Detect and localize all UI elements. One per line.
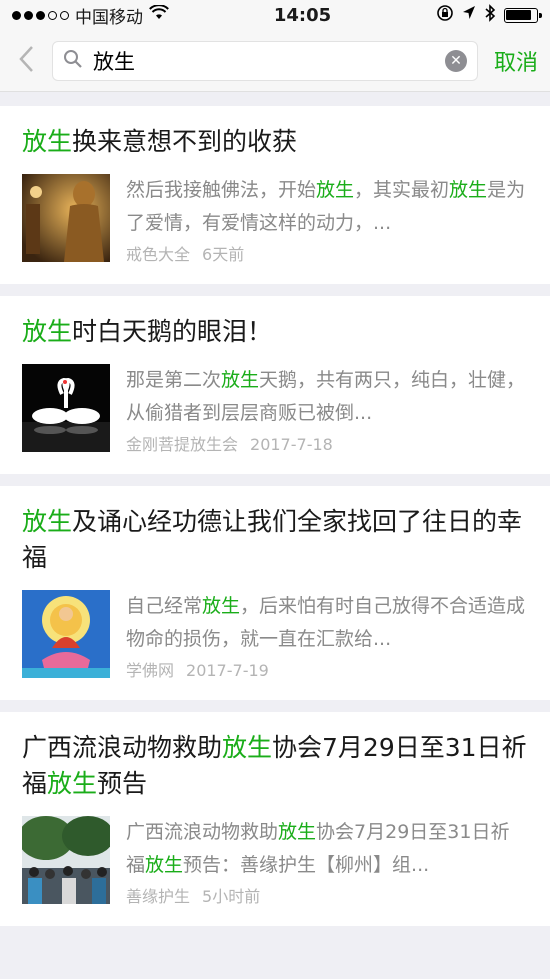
keyword-highlight: 放生 bbox=[449, 179, 488, 201]
thumbnail-crowd-trees bbox=[22, 816, 110, 904]
result-card[interactable]: 放生及诵心经功德让我们全家找回了往日的幸福 自己经常放生，后来怕有时自己放得不合… bbox=[0, 486, 550, 700]
result-body: 那是第二次放生天鹅，共有两只，纯白，壮健，从偷猎者到层层商贩已被倒... 金刚菩… bbox=[22, 364, 528, 460]
snippet-text: 那是第二次放生天鹅，共有两只，纯白，壮健，从偷猎者到层层商贩已被倒... bbox=[126, 364, 528, 430]
search-icon bbox=[63, 49, 83, 73]
result-meta: 学佛网 2017-7-19 bbox=[126, 656, 528, 686]
text-segment: 预告 bbox=[97, 769, 148, 798]
status-left: 中国移动 bbox=[12, 3, 169, 28]
keyword-highlight: 放生 bbox=[316, 179, 355, 201]
text-segment: 时白天鹅的眼泪！ bbox=[72, 317, 273, 346]
cancel-button[interactable]: 取消 bbox=[490, 45, 538, 77]
keyword-highlight: 放生 bbox=[22, 507, 73, 536]
source-name: 善缘护生 bbox=[126, 887, 191, 906]
text-segment: 那是第二次 bbox=[126, 369, 222, 391]
thumbnail-swans bbox=[22, 364, 110, 452]
result-title: 放生及诵心经功德让我们全家找回了往日的幸福 bbox=[22, 504, 528, 576]
publish-time: 6天前 bbox=[202, 245, 245, 264]
result-snippet: 那是第二次放生天鹅，共有两只，纯白，壮健，从偷猎者到层层商贩已被倒... 金刚菩… bbox=[126, 364, 528, 460]
snippet-text: 然后我接触佛法，开始放生，其实最初放生是为了爱情，有爱情这样的动力，... bbox=[126, 174, 528, 240]
text-segment: ，其实最初 bbox=[354, 179, 450, 201]
result-card[interactable]: 广西流浪动物救助放生协会7月29日至31日祈福放生预告 广西流浪动物救助放生协会… bbox=[0, 712, 550, 926]
battery-icon bbox=[503, 7, 542, 23]
text-segment: 广西流浪动物救助 bbox=[22, 733, 223, 762]
status-bar: 中国移动 14:05 bbox=[0, 0, 550, 30]
search-box[interactable]: ✕ bbox=[52, 40, 478, 81]
signal-strength-icon bbox=[12, 10, 69, 20]
result-snippet: 自己经常放生，后来怕有时自己放得不合适造成物命的损伤，就一直在汇款给... 学佛… bbox=[126, 590, 528, 686]
keyword-highlight: 放生 bbox=[221, 369, 260, 391]
wifi-icon bbox=[149, 4, 169, 25]
search-input[interactable] bbox=[91, 47, 437, 74]
result-meta: 善缘护生 5小时前 bbox=[126, 882, 528, 912]
chevron-left-icon bbox=[18, 45, 34, 77]
result-body: 广西流浪动物救助放生协会7月29日至31日祈福放生预告：善缘护生【柳州】组...… bbox=[22, 816, 528, 912]
source-name: 金刚菩提放生会 bbox=[126, 435, 239, 454]
search-header: ✕ 取消 bbox=[0, 30, 550, 92]
thumbnail-buddha-statue bbox=[22, 174, 110, 262]
text-segment: 广西流浪动物救助 bbox=[126, 821, 279, 843]
text-segment: 然后我接触佛法，开始 bbox=[126, 179, 317, 201]
publish-time: 2017-7-19 bbox=[186, 661, 269, 680]
result-meta: 金刚菩提放生会 2017-7-18 bbox=[126, 430, 528, 460]
text-segment: 预告：善缘护生【柳州】组... bbox=[183, 854, 430, 876]
publish-time: 5小时前 bbox=[202, 887, 261, 906]
result-body: 自己经常放生，后来怕有时自己放得不合适造成物命的损伤，就一直在汇款给... 学佛… bbox=[22, 590, 528, 686]
text-segment: 及诵心经功德让我们全家找回了往日的幸福 bbox=[22, 507, 523, 572]
clock: 14:05 bbox=[273, 4, 332, 26]
result-card[interactable]: 放生换来意想不到的收获 然后我接触佛法，开始放生，其实最初放生是为了爱情，有爱情… bbox=[0, 106, 550, 284]
keyword-highlight: 放生 bbox=[222, 733, 273, 762]
snippet-text: 自己经常放生，后来怕有时自己放得不合适造成物命的损伤，就一直在汇款给... bbox=[126, 590, 528, 656]
keyword-highlight: 放生 bbox=[278, 821, 317, 843]
text-segment: 换来意想不到的收获 bbox=[72, 127, 298, 156]
results-list: 放生换来意想不到的收获 然后我接触佛法，开始放生，其实最初放生是为了爱情，有爱情… bbox=[0, 106, 550, 926]
carrier-name: 中国移动 bbox=[75, 7, 143, 28]
result-title: 放生时白天鹅的眼泪！ bbox=[22, 314, 528, 350]
result-body: 然后我接触佛法，开始放生，其实最初放生是为了爱情，有爱情这样的动力，... 戒色… bbox=[22, 174, 528, 270]
status-right bbox=[436, 3, 542, 27]
publish-time: 2017-7-18 bbox=[250, 435, 333, 454]
keyword-highlight: 放生 bbox=[22, 317, 73, 346]
result-snippet: 然后我接触佛法，开始放生，其实最初放生是为了爱情，有爱情这样的动力，... 戒色… bbox=[126, 174, 528, 270]
bluetooth-icon bbox=[484, 3, 496, 27]
result-title: 广西流浪动物救助放生协会7月29日至31日祈福放生预告 bbox=[22, 730, 528, 802]
keyword-highlight: 放生 bbox=[145, 854, 184, 876]
rotation-lock-icon bbox=[436, 4, 454, 27]
snippet-text: 广西流浪动物救助放生协会7月29日至31日祈福放生预告：善缘护生【柳州】组... bbox=[126, 816, 528, 882]
result-meta: 戒色大全 6天前 bbox=[126, 240, 528, 270]
source-name: 学佛网 bbox=[126, 661, 175, 680]
keyword-highlight: 放生 bbox=[22, 127, 73, 156]
keyword-highlight: 放生 bbox=[202, 595, 241, 617]
list-top-spacer bbox=[0, 92, 550, 106]
result-title: 放生换来意想不到的收获 bbox=[22, 124, 528, 160]
clear-icon[interactable]: ✕ bbox=[444, 49, 467, 72]
source-name: 戒色大全 bbox=[126, 245, 191, 264]
result-card[interactable]: 放生时白天鹅的眼泪！ 那是第二次放生天鹅，共有两只，纯白，壮健，从偷猎者到层层商… bbox=[0, 296, 550, 474]
result-snippet: 广西流浪动物救助放生协会7月29日至31日祈福放生预告：善缘护生【柳州】组...… bbox=[126, 816, 528, 912]
thumbnail-buddha-painting bbox=[22, 590, 110, 678]
text-segment: 自己经常 bbox=[126, 595, 203, 617]
keyword-highlight: 放生 bbox=[47, 769, 98, 798]
back-button[interactable] bbox=[12, 41, 40, 81]
location-icon bbox=[462, 5, 476, 26]
